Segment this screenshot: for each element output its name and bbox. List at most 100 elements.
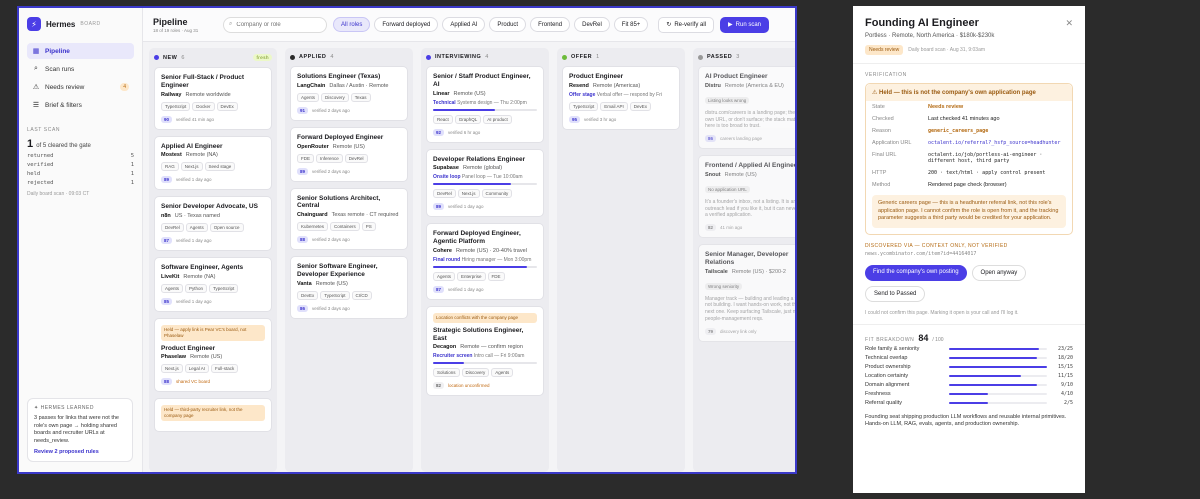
- verification-status: careers landing page: [720, 136, 763, 142]
- filter-chip[interactable]: Frontend: [530, 17, 571, 32]
- verification-status: verified 3 hr ago: [584, 116, 617, 122]
- nav-pipeline[interactable]: ▦ Pipeline: [27, 43, 134, 59]
- fit-row: Technical overlap 18/20: [865, 355, 1073, 361]
- interview-stage: Final round Hiring manager — Mon 3:00pm: [433, 257, 537, 263]
- job-card[interactable]: Location conflicts with the company page…: [426, 305, 544, 397]
- tag-list: DevEx TypeScript CI/CD: [297, 290, 401, 300]
- reverify-all-button[interactable]: ↻ Re-verify all: [658, 16, 715, 33]
- job-card[interactable]: Senior Full-Stack / Product Engineer Rail…: [154, 67, 272, 130]
- filter-chip[interactable]: Forward deployed: [374, 17, 439, 32]
- tag: Next.js: [161, 364, 183, 374]
- brand-name: Hermes: [46, 19, 76, 29]
- search-input[interactable]: [236, 21, 317, 28]
- last-scan-stats: returned 5 verified 1 held 1 rejected 1: [27, 153, 134, 186]
- fit-row: Product ownership 15/15: [865, 364, 1073, 370]
- tag: Discovery: [321, 92, 349, 102]
- column-count: 1: [596, 54, 600, 60]
- nav-scan-runs[interactable]: ⌕ Scan runs: [27, 61, 134, 77]
- job-card[interactable]: Senior Software Engineer, Developer Expe…: [290, 256, 408, 319]
- needs-review-count-badge: 4: [120, 83, 129, 91]
- job-meta: Linear Remote (US): [433, 91, 537, 97]
- nav-needs-review[interactable]: ⚠ Needs review 4: [27, 79, 134, 95]
- tag-list: TypeScript Docker DevEx: [161, 101, 265, 111]
- column-applied: APPLIED 4 Solutions Engineer (Texas) LangCh…: [285, 48, 413, 472]
- card-footer: 88 shared VC board: [161, 378, 265, 386]
- job-title: Forward Deployed Engineer: [297, 133, 384, 141]
- scan-stat-value: 1: [130, 171, 134, 177]
- fit-score-badge: 85: [161, 297, 173, 305]
- job-card[interactable]: Held — third-party recruiter link, not t…: [154, 398, 272, 433]
- tag: Next.js: [457, 189, 480, 199]
- tag: Legal AI: [184, 364, 210, 374]
- close-icon[interactable]: ✕: [1065, 18, 1073, 29]
- column-passed: PASSED 3 AI Product Engineer Distru Remote (…: [693, 48, 797, 472]
- company-name: Linear: [433, 90, 450, 97]
- fit-label: Domain alignment: [865, 382, 910, 389]
- filter-chip[interactable]: DevRel: [574, 17, 610, 32]
- stage-progress-bar: [433, 108, 537, 111]
- job-card[interactable]: Forward Deployed Engineer, Agentic Platf…: [426, 223, 544, 300]
- job-card[interactable]: Applied AI Engineer Mostest Remote (NA) RAG…: [154, 135, 272, 191]
- job-card[interactable]: Solutions Engineer (Texas) LangChain Dalla…: [290, 66, 408, 121]
- filter-chip[interactable]: Fit 85+: [613, 17, 649, 32]
- held-banner-text: Held — this is not the company's own app…: [879, 90, 1036, 96]
- column-dot-icon: [290, 54, 295, 60]
- job-location: Remote — confirm region: [460, 344, 523, 351]
- verification-status: location unconfirmed: [448, 383, 490, 389]
- job-title: Strategic Solutions Engineer, East: [433, 326, 524, 342]
- filter-chip[interactable]: Product: [489, 17, 527, 32]
- review-rules-link[interactable]: Review 2 proposed rules: [34, 449, 126, 455]
- job-card[interactable]: Developer Relations Engineer Supabase Remo…: [426, 148, 544, 218]
- job-title: AI Product Engineer: [705, 73, 768, 80]
- tag: Solutions: [433, 368, 460, 378]
- verification-value: Needs review: [928, 104, 964, 110]
- job-card[interactable]: Senior Developer Advocate, US n8n US · Tex…: [154, 196, 272, 252]
- discovered-link[interactable]: news.ycombinator.com/item?id=44164017: [865, 251, 1073, 257]
- pass-reason-text: distru.com/careers is a landing page; th…: [705, 109, 796, 130]
- tag: Agents: [297, 92, 320, 102]
- refresh-icon: ↻: [666, 22, 672, 28]
- tag: Next.js: [180, 162, 203, 172]
- job-card[interactable]: AI Product Engineer Distru Remote (America…: [698, 66, 796, 150]
- verification-note: Generic careers page — this is a headhun…: [872, 195, 1066, 229]
- stage-progress-bar: [433, 265, 537, 268]
- column-offer: OFFER 1 Product Engineer Resend Remote (Amer…: [557, 48, 685, 472]
- job-card[interactable]: Frontend / Applied AI Engineer Snout Remot…: [698, 155, 797, 239]
- job-card[interactable]: Senior Manager, Developer Relations Tails…: [698, 244, 795, 342]
- verification-value: 200 · text/html · apply control present: [928, 170, 1046, 176]
- pass-reason-text: It's a founder's inbox, not a listing. I…: [705, 198, 797, 219]
- job-card[interactable]: Senior Solutions Architect, Central Chain…: [290, 187, 408, 251]
- last-scan-heading: LAST SCAN: [27, 127, 61, 133]
- verification-row: Checked Last checked 41 minutes ago: [866, 113, 1072, 125]
- fit-score-badge: 87: [433, 285, 445, 293]
- filter-chips: All roles Forward deployed Applied AI Produ…: [333, 17, 649, 32]
- fresh-badge: fresh: [253, 54, 272, 61]
- job-card[interactable]: Product Engineer Resend Remote (Americas) O…: [562, 66, 680, 130]
- company-name: LangChain: [297, 82, 326, 89]
- column-dot-icon: [426, 54, 431, 60]
- tag-list: Next.js Legal AI Full-stack: [161, 364, 265, 374]
- fit-section: FIT BREAKDOWN 84 / 100 Role family & sen…: [853, 324, 1085, 437]
- job-location: Remote (NA): [183, 273, 216, 280]
- job-card[interactable]: Software Engineer, Agents LiveKit Remote (…: [154, 257, 272, 312]
- job-card[interactable]: Forward Deployed Engineer OpenRouter Remot…: [290, 126, 408, 182]
- verification-key: Application URL: [872, 140, 912, 146]
- verification-value: generic_careers_page: [928, 128, 989, 134]
- nav-brief-filters[interactable]: ☰ Brief & filters: [27, 97, 134, 113]
- verification-key: Reason: [872, 128, 891, 134]
- last-scan-text: of 5 cleared the gate: [36, 143, 91, 149]
- run-scan-button[interactable]: ▶ Run scan: [720, 16, 770, 33]
- stage-note: Intro call — Fri 9:00am: [473, 353, 525, 360]
- tag-list: React GraphQL AI product: [433, 114, 537, 124]
- filter-chip[interactable]: Applied AI: [442, 17, 486, 32]
- tag: TypeScript: [320, 290, 350, 300]
- find-company-posting-button[interactable]: Find the company's own posting: [865, 265, 967, 282]
- search-box[interactable]: ⌕: [223, 16, 327, 33]
- send-to-passed-button[interactable]: Send to Passed: [865, 286, 926, 303]
- verification-key: Method: [872, 182, 891, 188]
- open-anyway-button[interactable]: Open anyway: [971, 265, 1027, 282]
- filter-chip[interactable]: All roles: [333, 17, 371, 32]
- fit-row: Role family & seniority 23/25: [865, 346, 1073, 352]
- job-card[interactable]: Senior / Staff Product Engineer, AI Linea…: [426, 66, 544, 143]
- job-card[interactable]: Held — apply link is Pear VC's board, no…: [154, 317, 272, 393]
